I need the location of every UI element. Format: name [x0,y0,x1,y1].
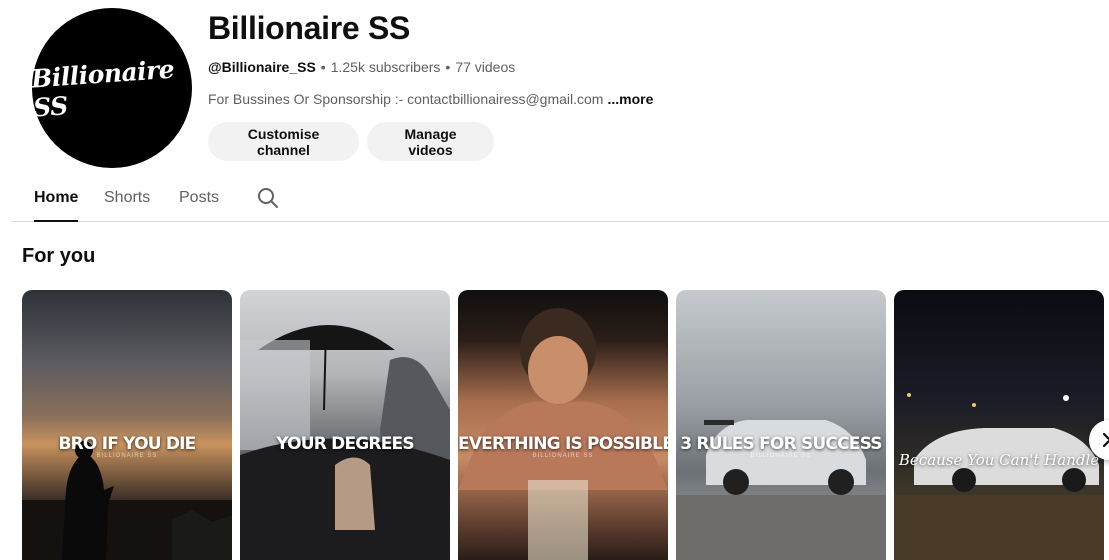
search-icon[interactable] [256,186,280,210]
short-watermark: BILLIONAIRE SS [96,453,158,459]
short-title: Because You Can't Handle [898,451,1100,469]
channel-tabs: Home Shorts Posts [12,176,1109,222]
thumbnail-image [240,290,450,560]
thumbnail-image [676,290,886,560]
thumbnail-image [894,290,1104,560]
channel-avatar[interactable]: Billionaire SS [30,8,192,168]
channel-handle: @Billionaire_SS [208,59,316,75]
short-card[interactable]: 3 RULES FOR SUCCESS BILLIONAIRE SS [676,290,886,560]
channel-meta: @Billionaire_SS • 1.25k subscribers • 77 vid… [208,59,515,75]
video-count: 77 videos [455,59,516,75]
tab-posts[interactable]: Posts [179,189,219,222]
customise-channel-button[interactable]: Customise channel [208,122,359,161]
subscriber-count: 1.25k subscribers [330,59,441,75]
short-watermark: BILLIONAIRE SS [750,453,812,459]
short-card[interactable]: BRO IF YOU DIE BILLIONAIRE SS [22,290,232,560]
short-title: BRO IF YOU DIE [58,434,196,454]
short-card[interactable]: EVERTHING IS POSSIBLE BILLIONAIRE SS [458,290,668,560]
tab-home[interactable]: Home [34,189,79,222]
thumbnail-image [458,290,668,560]
description-text: For Bussines Or Sponsorship :- contactbi… [208,91,604,107]
short-card[interactable]: YOUR DEGREES [240,290,450,560]
avatar-logo-text: Billionaire SS [30,54,176,123]
chevron-right-icon [1102,432,1109,448]
short-title: YOUR DEGREES [276,434,414,454]
channel-name: Billionaire SS [208,10,411,46]
meta-separator: • [320,59,326,75]
thumbnail-image [22,290,232,560]
manage-videos-button[interactable]: Manage videos [367,122,494,161]
meta-separator: • [445,59,451,75]
more-link[interactable]: ...more [607,91,653,107]
section-title: For you [22,245,96,267]
channel-description[interactable]: For Bussines Or Sponsorship :- contactbi… [208,91,653,107]
tab-shorts[interactable]: Shorts [104,189,150,222]
short-title: 3 RULES FOR SUCCESS [680,434,882,454]
short-watermark: BILLIONAIRE SS [532,453,594,459]
short-title: EVERTHING IS POSSIBLE [458,434,668,454]
short-card[interactable]: Because You Can't Handle [894,290,1104,560]
